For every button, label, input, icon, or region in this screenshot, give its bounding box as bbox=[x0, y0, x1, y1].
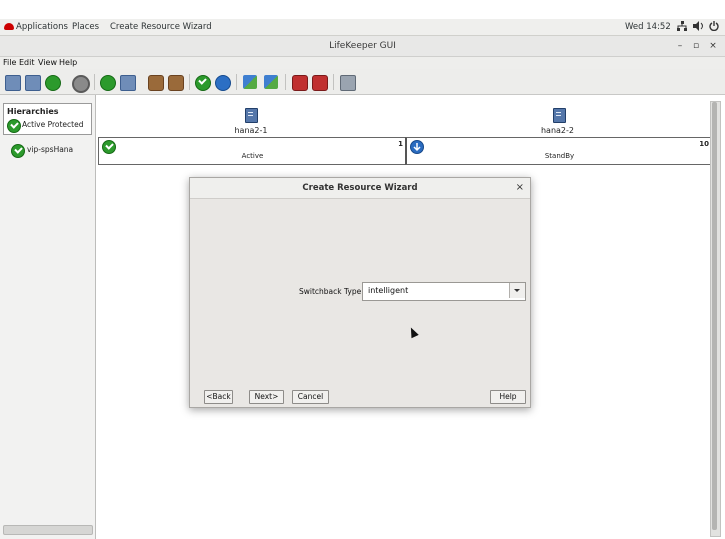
hierarchies-label: Hierarchies bbox=[7, 107, 59, 116]
menu-edit[interactable]: Edit bbox=[19, 58, 35, 67]
server-header-2[interactable]: hana2-2 bbox=[405, 101, 710, 137]
horizontal-scrollbar[interactable] bbox=[3, 525, 93, 535]
window-title: LifeKeeper GUI bbox=[329, 41, 396, 51]
create-resource-wizard-dialog: Create Resource Wizard × Switchback Type… bbox=[189, 177, 531, 408]
switchback-type-select[interactable]: intelligent bbox=[362, 282, 526, 301]
clock[interactable]: Wed 14:52 bbox=[625, 22, 671, 32]
resource-state-cell-2[interactable]: 10 StandBy bbox=[405, 137, 713, 165]
menu-help[interactable]: Help bbox=[59, 58, 77, 67]
active-protected-label: Active Protected bbox=[22, 120, 84, 129]
properties-icon[interactable] bbox=[340, 75, 356, 91]
unextend-resource-icon[interactable] bbox=[168, 75, 184, 91]
resource-name: vip-spsHana bbox=[27, 145, 74, 154]
toolbar-separator bbox=[333, 74, 334, 90]
create-comm-path-icon[interactable] bbox=[5, 75, 21, 91]
toolbar-separator bbox=[285, 74, 286, 90]
delete-dependency-icon[interactable] bbox=[264, 75, 278, 89]
volume-icon[interactable] bbox=[693, 21, 704, 34]
toolbar-separator bbox=[236, 74, 237, 90]
back-button[interactable]: <Back bbox=[204, 390, 233, 404]
view-logs-icon[interactable] bbox=[292, 75, 308, 91]
places-menu[interactable]: Places bbox=[72, 22, 99, 32]
hierarchy-panel: Hierarchies Active Protected vip-spsHana bbox=[0, 95, 96, 539]
toolbar-separator bbox=[94, 74, 95, 90]
network-icon[interactable] bbox=[677, 21, 687, 34]
out-of-service-icon[interactable] bbox=[215, 75, 231, 91]
server-properties-icon[interactable] bbox=[72, 75, 90, 93]
chevron-down-icon[interactable] bbox=[509, 283, 525, 298]
create-resource-icon[interactable] bbox=[100, 75, 116, 91]
disconnect-icon[interactable] bbox=[312, 75, 328, 91]
minimize-button[interactable]: – bbox=[674, 41, 686, 51]
dialog-title: Create Resource Wizard bbox=[302, 183, 418, 193]
close-window-button[interactable]: × bbox=[707, 41, 719, 51]
resource-state-cell-1[interactable]: 1 Active bbox=[98, 137, 407, 165]
server-icon bbox=[245, 108, 258, 123]
delete-comm-path-icon[interactable] bbox=[25, 75, 41, 91]
resource-tree-item[interactable]: vip-spsHana bbox=[8, 143, 92, 158]
redhat-logo-icon bbox=[4, 23, 14, 30]
active-protected-icon bbox=[7, 119, 21, 133]
toolbar bbox=[0, 69, 725, 95]
vertical-scrollbar[interactable] bbox=[710, 101, 721, 537]
in-service-icon[interactable] bbox=[195, 75, 211, 91]
dialog-close-icon[interactable]: × bbox=[516, 182, 524, 193]
help-button[interactable]: Help bbox=[490, 390, 526, 404]
menu-view[interactable]: View bbox=[38, 58, 57, 67]
server-name: hana2-1 bbox=[234, 126, 268, 135]
applications-menu[interactable]: Applications bbox=[16, 22, 68, 32]
dialog-title-bar: Create Resource Wizard × bbox=[190, 178, 530, 199]
resource-status-icon bbox=[11, 144, 25, 158]
server-icon bbox=[553, 108, 566, 123]
create-dependency-icon[interactable] bbox=[243, 75, 257, 89]
switchback-type-label: Switchback Type bbox=[299, 287, 362, 296]
state-label: Active bbox=[241, 152, 264, 160]
maximize-button[interactable]: ▫ bbox=[690, 41, 702, 51]
power-icon[interactable] bbox=[709, 21, 719, 34]
delete-resource-icon[interactable] bbox=[148, 75, 164, 91]
active-app-menu[interactable]: Create Resource Wizard bbox=[110, 22, 212, 32]
next-button[interactable]: Next> bbox=[249, 390, 284, 404]
system-top-bar: Applications Places Create Resource Wiza… bbox=[0, 19, 725, 36]
hierarchies-header: Hierarchies Active Protected bbox=[3, 103, 92, 135]
server-name: hana2-2 bbox=[540, 126, 574, 135]
priority-value: 1 bbox=[398, 140, 403, 148]
window-title-bar: LifeKeeper GUI – ▫ × bbox=[0, 36, 725, 57]
switchback-type-value: intelligent bbox=[368, 286, 409, 295]
priority-value: 10 bbox=[699, 140, 709, 148]
server-header-1[interactable]: hana2-1 bbox=[97, 101, 405, 137]
extend-resource-icon[interactable] bbox=[120, 75, 136, 91]
menu-bar: File Edit View Help bbox=[0, 57, 725, 69]
connect-server-icon[interactable] bbox=[45, 75, 61, 91]
toolbar-separator bbox=[189, 74, 190, 90]
scrollbar-thumb[interactable] bbox=[712, 102, 717, 530]
cancel-button[interactable]: Cancel bbox=[292, 390, 329, 404]
state-label: StandBy bbox=[544, 152, 575, 160]
menu-file[interactable]: File bbox=[3, 58, 16, 67]
